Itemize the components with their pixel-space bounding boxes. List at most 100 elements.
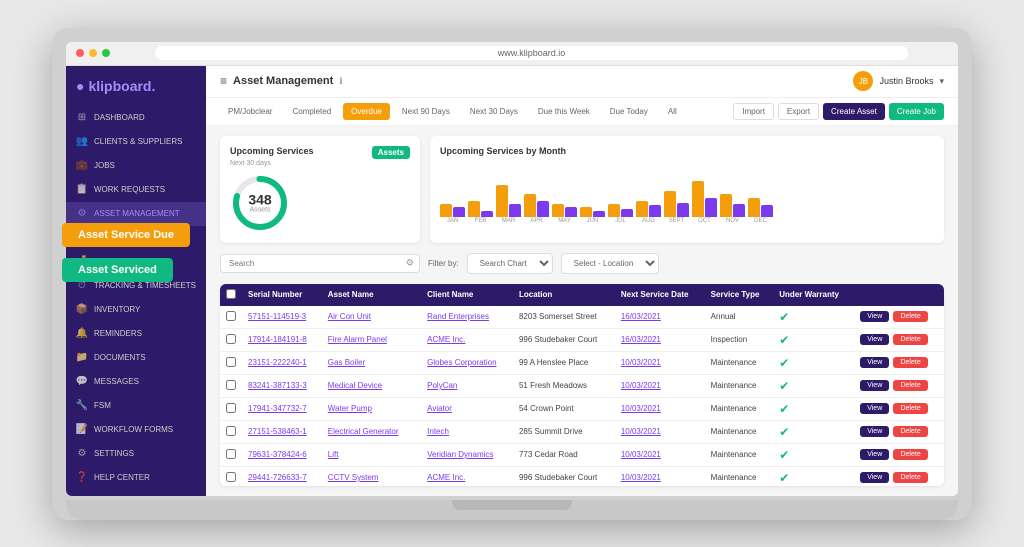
serial-3[interactable]: 83241-387133-3 (242, 374, 322, 397)
tab-due-this-week[interactable]: Due this Week (530, 103, 598, 120)
asset-name-2[interactable]: Gas Boiler (322, 351, 421, 374)
asset-name-0[interactable]: Air Con Unit (322, 306, 421, 329)
next-service-2[interactable]: 10/03/2021 (615, 351, 705, 374)
search-chart-filter[interactable]: Search Chart (467, 253, 553, 274)
sidebar-item-inventory[interactable]: 📦 INVENTORY (66, 298, 206, 322)
tab-pm/jobclear[interactable]: PM/Jobclear (220, 103, 280, 120)
next-service-7[interactable]: 10/03/2021 (615, 466, 705, 486)
checkbox-6[interactable] (226, 449, 236, 459)
view-button-1[interactable]: View (860, 334, 889, 345)
row-checkbox-2[interactable] (220, 351, 242, 374)
tab-overdue[interactable]: Overdue (343, 103, 390, 120)
browser-dot-min[interactable] (89, 49, 97, 57)
next-service-5[interactable]: 10/03/2021 (615, 420, 705, 443)
sidebar-item-jobs[interactable]: 💼 JOBS (66, 154, 206, 178)
checkbox-0[interactable] (226, 311, 236, 321)
asset-name-3[interactable]: Medical Device (322, 374, 421, 397)
client-name-3[interactable]: PolyCan (421, 374, 513, 397)
client-name-5[interactable]: Intech (421, 420, 513, 443)
client-name-1[interactable]: ACME Inc. (421, 328, 513, 351)
asset-name-4[interactable]: Water Pump (322, 397, 421, 420)
serial-4[interactable]: 17941-347732-7 (242, 397, 322, 420)
asset-name-1[interactable]: Fire Alarm Panel (322, 328, 421, 351)
tab-next-90-days[interactable]: Next 90 Days (394, 103, 458, 120)
import-button[interactable]: Import (733, 103, 774, 120)
next-service-1[interactable]: 16/03/2021 (615, 328, 705, 351)
checkbox-1[interactable] (226, 334, 236, 344)
serial-0[interactable]: 57151-114519-3 (242, 306, 322, 329)
next-service-4[interactable]: 10/03/2021 (615, 397, 705, 420)
sidebar-item-settings[interactable]: ⚙ SETTINGS (66, 442, 206, 466)
sidebar-item-documents[interactable]: 📁 DOCUMENTS (66, 346, 206, 370)
tab-next-30-days[interactable]: Next 30 Days (462, 103, 526, 120)
next-service-6[interactable]: 10/03/2021 (615, 443, 705, 466)
view-button-6[interactable]: View (860, 449, 889, 460)
checkbox-3[interactable] (226, 380, 236, 390)
checkbox-7[interactable] (226, 472, 236, 482)
delete-button-4[interactable]: Delete (893, 403, 927, 414)
view-button-7[interactable]: View (860, 472, 889, 483)
tab-completed[interactable]: Completed (284, 103, 339, 120)
serial-6[interactable]: 79631-378424-6 (242, 443, 322, 466)
view-button-4[interactable]: View (860, 403, 889, 414)
col-location[interactable]: Location (513, 284, 615, 306)
serial-1[interactable]: 17914-184191-8 (242, 328, 322, 351)
client-name-2[interactable]: Globes Corporation (421, 351, 513, 374)
next-service-0[interactable]: 16/03/2021 (615, 306, 705, 329)
col-client[interactable]: Client Name (421, 284, 513, 306)
row-checkbox-3[interactable] (220, 374, 242, 397)
col-service-type[interactable]: Service Type (705, 284, 774, 306)
browser-dot-close[interactable] (76, 49, 84, 57)
client-name-0[interactable]: Rand Enterprises (421, 306, 513, 329)
client-name-6[interactable]: Veridian Dynamics (421, 443, 513, 466)
delete-button-2[interactable]: Delete (893, 357, 927, 368)
sidebar-item-fsm[interactable]: 🔧 FSM (66, 394, 206, 418)
delete-button-0[interactable]: Delete (893, 311, 927, 322)
sidebar-item-messages[interactable]: 💬 MESSAGES (66, 370, 206, 394)
row-checkbox-0[interactable] (220, 306, 242, 329)
asset-name-5[interactable]: Electrical Generator (322, 420, 421, 443)
view-button-3[interactable]: View (860, 380, 889, 391)
col-next-service[interactable]: Next Service Date (615, 284, 705, 306)
serial-7[interactable]: 29441-726633-7 (242, 466, 322, 486)
sidebar-item-help[interactable]: ❓ HELP CENTER (66, 466, 206, 490)
create-asset-button[interactable]: Create Asset (823, 103, 885, 120)
sidebar-item-workflow[interactable]: 📝 WORKFLOW FORMS (66, 418, 206, 442)
checkbox-4[interactable] (226, 403, 236, 413)
export-button[interactable]: Export (778, 103, 819, 120)
row-checkbox-5[interactable] (220, 420, 242, 443)
next-service-3[interactable]: 10/03/2021 (615, 374, 705, 397)
row-checkbox-7[interactable] (220, 466, 242, 486)
view-button-5[interactable]: View (860, 426, 889, 437)
delete-button-1[interactable]: Delete (893, 334, 927, 345)
delete-button-6[interactable]: Delete (893, 449, 927, 460)
client-name-4[interactable]: Aviator (421, 397, 513, 420)
col-serial[interactable]: Serial Number (242, 284, 322, 306)
col-warranty[interactable]: Under Warranty (773, 284, 854, 306)
tab-due-today[interactable]: Due Today (602, 103, 656, 120)
sidebar-item-work-requests[interactable]: 📋 WORK REQUESTS (66, 178, 206, 202)
tab-all[interactable]: All (660, 103, 685, 120)
delete-button-3[interactable]: Delete (893, 380, 927, 391)
sidebar-item-reminders[interactable]: 🔔 REMINDERS (66, 322, 206, 346)
asset-name-6[interactable]: Lift (322, 443, 421, 466)
row-checkbox-1[interactable] (220, 328, 242, 351)
sidebar-item-dashboard[interactable]: ⊞ DASHBOARD (66, 106, 206, 130)
asset-name-7[interactable]: CCTV System (322, 466, 421, 486)
delete-button-7[interactable]: Delete (893, 472, 927, 483)
location-filter[interactable]: Select - Location (561, 253, 659, 274)
sidebar-item-asset-management[interactable]: ⚙ ASSET MANAGEMENT (66, 202, 206, 226)
search-input[interactable] (220, 254, 420, 273)
sidebar-item-clients[interactable]: 👥 CLIENTS & SUPPLIERS (66, 130, 206, 154)
delete-button-5[interactable]: Delete (893, 426, 927, 437)
user-dropdown-icon[interactable]: ▾ (939, 76, 944, 87)
checkbox-2[interactable] (226, 357, 236, 367)
hamburger-icon[interactable]: ≡ (220, 74, 227, 88)
select-all-checkbox[interactable] (226, 289, 236, 299)
browser-dot-max[interactable] (102, 49, 110, 57)
view-button-2[interactable]: View (860, 357, 889, 368)
checkbox-5[interactable] (226, 426, 236, 436)
col-asset-name[interactable]: Asset Name (322, 284, 421, 306)
client-name-7[interactable]: ACME Inc. (421, 466, 513, 486)
create-job-button[interactable]: Create Job (889, 103, 944, 120)
